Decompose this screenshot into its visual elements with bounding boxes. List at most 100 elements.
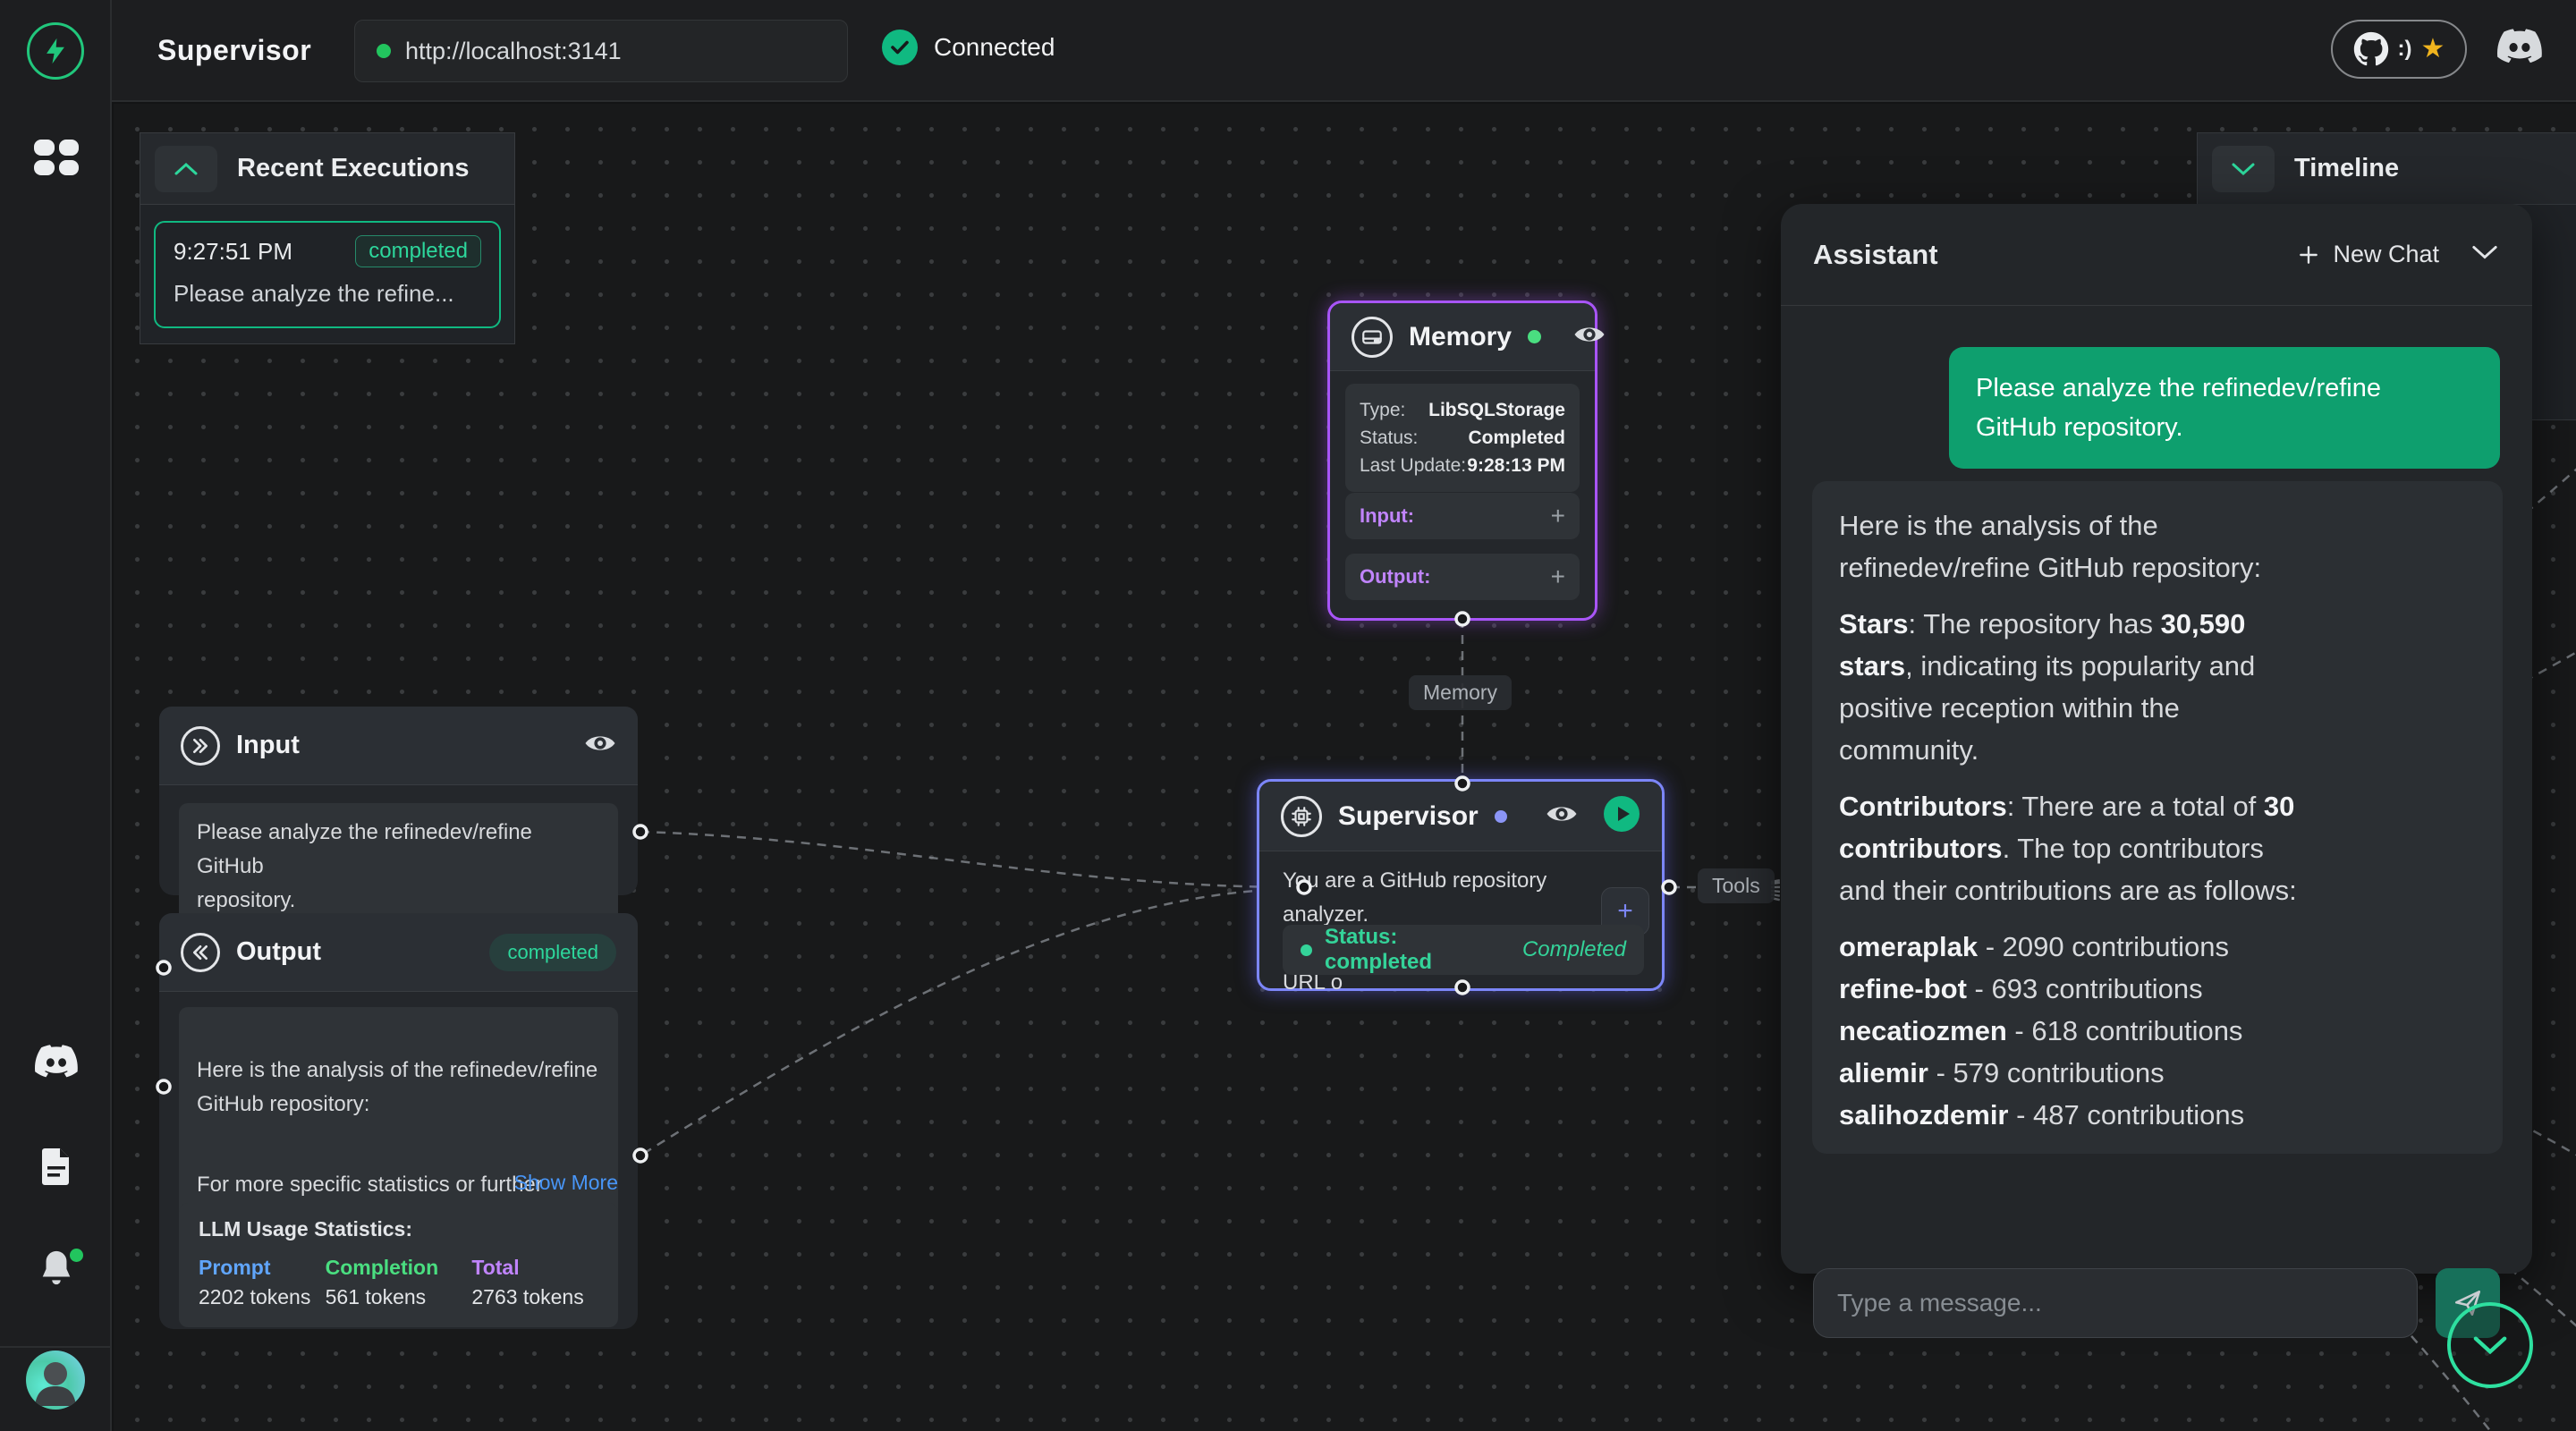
assistant-message-bubble: Here is the analysis of the refinedev/re… xyxy=(1812,481,2503,1154)
memory-update-value: 9:28:13 PM xyxy=(1467,452,1565,479)
contributor-row: salihozdemir - 487 contributions xyxy=(1839,1094,2476,1136)
stat-prompt: Prompt 2202 tokens xyxy=(199,1256,326,1309)
memory-output-label: Output: xyxy=(1360,565,1430,588)
memory-status-label: Status: xyxy=(1360,424,1418,452)
cpu-icon xyxy=(1281,796,1322,837)
page-title: Supervisor xyxy=(157,34,311,67)
chevron-down-icon xyxy=(2470,243,2500,261)
show-more-link[interactable]: Show More xyxy=(179,1171,618,1195)
memory-input-label: Input: xyxy=(1360,504,1414,528)
stat-prompt-value: 2202 tokens xyxy=(199,1285,326,1309)
supervisor-node[interactable]: Supervisor You are a GitHub repository a… xyxy=(1257,779,1665,991)
star-icon: ★ xyxy=(2421,36,2445,63)
supervisor-node-header[interactable]: Supervisor xyxy=(1259,782,1662,851)
memory-status-value: Completed xyxy=(1468,424,1565,452)
github-icon xyxy=(2353,31,2389,67)
expand-timeline-button[interactable] xyxy=(2212,146,2275,192)
chevron-up-icon xyxy=(173,161,199,177)
user-avatar[interactable] xyxy=(26,1351,85,1410)
collapse-recent-executions-button[interactable] xyxy=(155,146,217,192)
double-chevron-left-icon xyxy=(181,933,220,972)
supervisor-status-badge: Completed xyxy=(1522,937,1626,962)
supervisor-eye-icon[interactable] xyxy=(1546,802,1578,830)
plus-icon xyxy=(2297,243,2320,267)
stat-prompt-label: Prompt xyxy=(199,1256,326,1280)
double-chevron-right-icon xyxy=(181,726,220,766)
execution-preview: Please analyze the refine... xyxy=(174,280,481,308)
new-chat-label: New Chat xyxy=(2333,241,2439,268)
memory-active-dot xyxy=(1528,330,1541,343)
response-contributors-intro: Contributors: There are a total of 30 co… xyxy=(1839,785,2476,911)
scroll-to-bottom-button[interactable] xyxy=(2447,1302,2533,1388)
app-logo[interactable] xyxy=(27,22,84,80)
memory-node[interactable]: Memory Type:LibSQLStorage Status:Complet… xyxy=(1327,301,1597,621)
memory-output-expand-icon[interactable]: + xyxy=(1551,563,1565,591)
llm-usage-stats-card: LLM Usage Statistics: Prompt 2202 tokens… xyxy=(179,1203,618,1327)
stat-completion-label: Completion xyxy=(326,1256,472,1280)
connection-status: Connected xyxy=(882,30,1055,65)
contributor-row: necatiozmen - 618 contributions xyxy=(1839,1010,2476,1052)
server-online-dot xyxy=(377,44,391,58)
output-node-title: Output xyxy=(236,937,473,967)
supervisor-status-bar: Status: completed Completed xyxy=(1283,925,1644,975)
left-sidebar xyxy=(0,0,112,1431)
chevron-down-icon xyxy=(2470,1333,2510,1358)
output-status-badge: completed xyxy=(489,934,616,971)
output-paragraph-1: Here is the analysis of the refinedev/re… xyxy=(197,1054,600,1122)
llm-stats-title: LLM Usage Statistics: xyxy=(199,1217,598,1241)
assistant-header: Assistant New Chat xyxy=(1781,204,2532,306)
chat-message-input[interactable] xyxy=(1813,1268,2418,1338)
server-url-box[interactable]: http://localhost:3141 xyxy=(354,20,848,82)
output-node[interactable]: Output completed Here is the analysis of… xyxy=(159,913,638,1329)
chat-message-list[interactable]: Please analyze the refinedev/refine GitH… xyxy=(1781,306,2532,1254)
memory-type-value: LibSQLStorage xyxy=(1428,396,1565,424)
storage-icon xyxy=(1352,317,1393,358)
memory-eye-icon[interactable] xyxy=(1573,323,1606,351)
input-node[interactable]: Input Please analyze the refinedev/refin… xyxy=(159,707,638,895)
memory-input-row[interactable]: Input: + xyxy=(1345,493,1580,539)
stat-completion-value: 561 tokens xyxy=(326,1285,472,1309)
stat-total-label: Total xyxy=(471,1256,598,1280)
memory-node-header[interactable]: Memory xyxy=(1330,303,1595,371)
stat-total: Total 2763 tokens xyxy=(471,1256,598,1309)
user-message-bubble: Please analyze the refinedev/refine GitH… xyxy=(1949,347,2500,469)
connected-check-icon xyxy=(882,30,918,65)
discord-link-icon[interactable] xyxy=(2497,29,2542,69)
edge-label-memory: Memory xyxy=(1409,675,1512,710)
supervisor-node-title: Supervisor xyxy=(1338,801,1479,832)
execution-list-item[interactable]: 9:27:51 PM completed Please analyze the … xyxy=(154,221,501,328)
assistant-panel-title: Assistant xyxy=(1813,239,2297,271)
chevron-down-icon xyxy=(2230,161,2257,177)
execution-time: 9:27:51 PM xyxy=(174,238,292,266)
stat-completion: Completion 561 tokens xyxy=(326,1256,472,1309)
sidebar-divider xyxy=(0,1346,112,1348)
memory-output-row[interactable]: Output: + xyxy=(1345,554,1580,600)
notification-badge xyxy=(70,1249,83,1262)
memory-node-title: Memory xyxy=(1409,322,1512,352)
github-smiley-text: :) xyxy=(2398,37,2412,62)
supervisor-run-button[interactable] xyxy=(1603,795,1640,837)
new-chat-button[interactable]: New Chat xyxy=(2297,241,2439,268)
connection-status-label: Connected xyxy=(934,33,1055,62)
response-stars: Stars: The repository has 30,590 stars, … xyxy=(1839,603,2476,771)
timeline-title: Timeline xyxy=(2294,154,2399,183)
chat-input-bar xyxy=(1781,1254,2532,1352)
assistant-chat-panel: Assistant New Chat Please analyze the re… xyxy=(1781,204,2532,1274)
status-green-dot xyxy=(1301,944,1312,956)
input-message-text: Please analyze the refinedev/refine GitH… xyxy=(179,803,618,930)
sidebar-docs-icon[interactable] xyxy=(38,1147,74,1190)
contributor-row: omeraplak - 2090 contributions xyxy=(1839,926,2476,968)
response-intro: Here is the analysis of the refinedev/re… xyxy=(1839,504,2476,588)
input-node-header[interactable]: Input xyxy=(159,707,638,785)
github-star-button[interactable]: :) ★ xyxy=(2331,20,2467,79)
memory-info-card: Type:LibSQLStorage Status:Completed Last… xyxy=(1345,384,1580,492)
output-node-header[interactable]: Output completed xyxy=(159,913,638,992)
execution-status-badge: completed xyxy=(355,235,481,267)
lightning-bolt-icon xyxy=(40,36,71,66)
dashboard-grid-icon[interactable] xyxy=(34,140,79,175)
memory-input-expand-icon[interactable]: + xyxy=(1551,502,1565,530)
collapse-chat-button[interactable] xyxy=(2470,243,2500,266)
sidebar-discord-icon[interactable] xyxy=(35,1045,78,1083)
supervisor-idle-dot xyxy=(1495,810,1507,823)
input-eye-icon[interactable] xyxy=(584,732,616,759)
